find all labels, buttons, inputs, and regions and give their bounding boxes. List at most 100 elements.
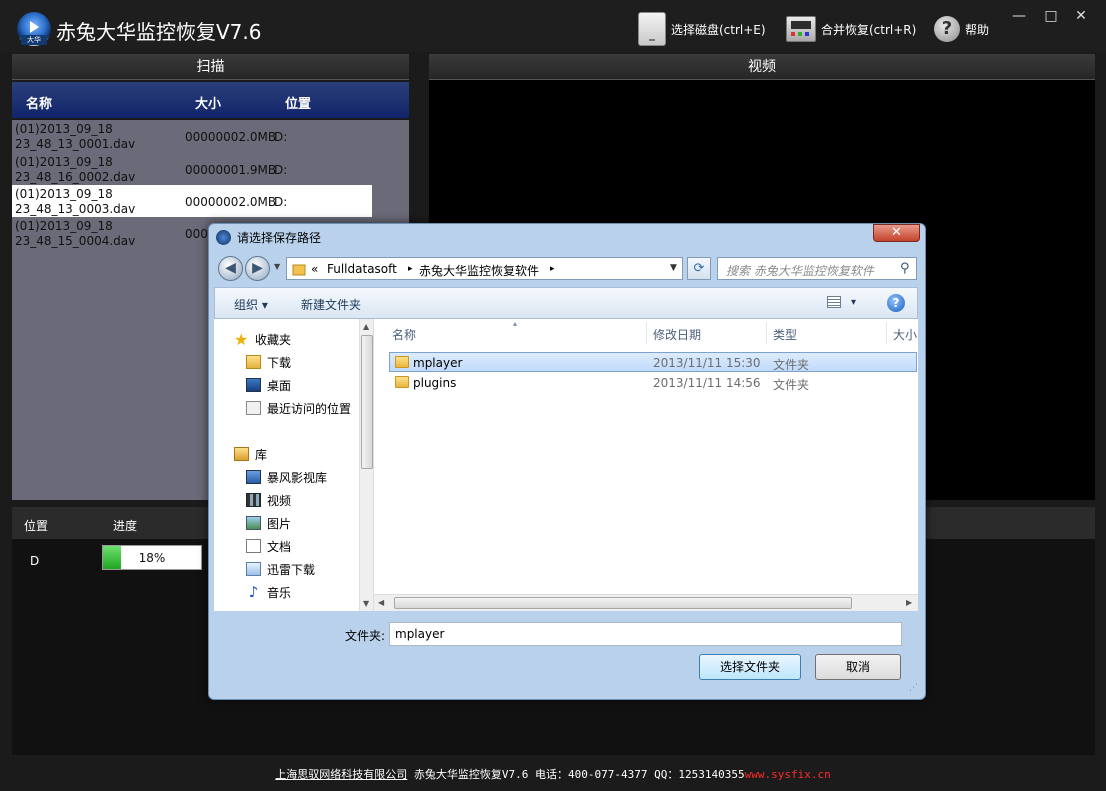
progress-bar: 18% [102, 545, 202, 570]
nav-favorites[interactable]: ★ 收藏夹 [234, 329, 291, 349]
nav-baofeng[interactable]: 暴风影视库 [246, 467, 327, 487]
nav-downloads[interactable]: 下载 [246, 352, 291, 372]
address-chevrons[interactable]: « [311, 262, 318, 276]
col-name[interactable]: 名称 [26, 93, 52, 112]
file-horizontal-scrollbar[interactable]: ◀ ▶ [374, 594, 918, 611]
sort-arrow-icon: ▴ [513, 319, 518, 328]
column-header-size[interactable]: 大小 [893, 326, 917, 343]
merge-recover-label: 合并恢复(ctrl+R) [821, 22, 917, 37]
nav-label: 音乐 [267, 585, 292, 600]
cancel-button[interactable]: 取消 [815, 654, 901, 680]
view-options-icon[interactable] [827, 296, 841, 308]
scroll-left-icon[interactable]: ◀ [378, 598, 384, 607]
organize-menu[interactable]: 组织 ▾ [234, 296, 268, 313]
nav-label: 最近访问的位置 [267, 401, 352, 416]
folder-field-label: 文件夹: [345, 629, 386, 643]
scroll-up-icon[interactable]: ▲ [363, 322, 369, 331]
file-row[interactable]: (01)2013_09_18 23_48_13_0001.dav 00000002… [12, 120, 372, 152]
help-icon: ? [934, 16, 960, 42]
address-segment-app[interactable]: 赤兔大华监控恢复软件 [419, 262, 539, 279]
search-icon[interactable]: ⚲ [900, 261, 910, 276]
close-button[interactable]: ✕ [1067, 6, 1095, 26]
scroll-down-icon[interactable]: ▼ [363, 599, 369, 608]
folder-icon [292, 264, 306, 276]
library-icon [234, 447, 249, 461]
nav-music[interactable]: ♪ 音乐 [246, 582, 291, 602]
new-folder-button[interactable]: 新建文件夹 [301, 296, 361, 313]
help-label: 帮助 [965, 22, 990, 37]
search-placeholder: 搜索 赤兔大华监控恢复软件 [726, 264, 874, 278]
col-position[interactable]: 位置 [285, 93, 311, 112]
nav-label: 收藏夹 [255, 332, 292, 347]
file-list-header: 名称 ▴ 修改日期 类型 大小 [374, 319, 918, 347]
dialog-title: 请选择保存路径 [237, 231, 322, 245]
view-dropdown-icon[interactable]: ▾ [851, 297, 856, 308]
col-progress: 进度 [113, 519, 138, 533]
folder-row[interactable]: plugins 2013/11/11 14:56 文件夹 [390, 373, 918, 393]
column-header-modified[interactable]: 修改日期 [653, 326, 701, 343]
folder-row-selected[interactable]: mplayer 2013/11/11 15:30 文件夹 [389, 352, 917, 372]
select-folder-button[interactable]: 选择文件夹 [699, 654, 801, 680]
scrollbar-thumb[interactable] [394, 597, 852, 609]
folder-name-input[interactable] [389, 622, 902, 646]
nav-recent-places[interactable]: 最近访问的位置 [246, 398, 351, 418]
address-separator-icon[interactable]: ▸ [408, 264, 413, 274]
nav-videos[interactable]: 视频 [246, 490, 291, 510]
recent-places-icon [246, 401, 261, 415]
video-panel-header: 视频 [429, 54, 1095, 80]
forward-button[interactable]: ▶ [245, 256, 270, 281]
maximize-button[interactable]: □ [1037, 6, 1065, 26]
file-size: 00000002.0MB [185, 130, 277, 144]
nav-desktop[interactable]: 桌面 [246, 375, 291, 395]
folder-type: 文件夹 [773, 378, 810, 392]
select-disk-button[interactable]: 选择磁盘(ctrl+E) [638, 11, 766, 47]
file-name: 23_48_13_0003.dav [15, 202, 136, 216]
nav-xunlei[interactable]: 迅雷下载 [246, 559, 315, 579]
nav-library[interactable]: 库 [234, 444, 267, 464]
desktop-icon [246, 378, 261, 392]
minimize-button[interactable]: — [1005, 6, 1033, 26]
col-size[interactable]: 大小 [195, 93, 221, 112]
app-logo-icon: 大华 [17, 12, 51, 46]
resize-grip-icon[interactable]: ⋰ [909, 683, 918, 693]
nav-documents[interactable]: 文档 [246, 536, 291, 556]
file-row-selected[interactable]: (01)2013_09_18 23_48_13_0003.dav 00000002… [12, 185, 372, 217]
address-dropdown-icon[interactable]: ▼ [670, 263, 677, 273]
nav-label: 暴风影视库 [267, 470, 328, 485]
nav-label: 库 [255, 447, 268, 462]
nav-label: 下载 [267, 355, 292, 370]
dialog-help-icon[interactable]: ? [887, 294, 905, 312]
column-header-type[interactable]: 类型 [773, 326, 797, 343]
website-link[interactable]: www.sysfix.cn [745, 768, 831, 781]
scrollbar-thumb[interactable] [361, 335, 373, 469]
refresh-button[interactable]: ⟳ [687, 257, 711, 280]
file-position: D: [274, 130, 288, 144]
app-title: 赤兔大华监控恢复V7.6 [56, 20, 262, 44]
file-size: 000 [185, 227, 208, 241]
search-input[interactable]: 搜索 赤兔大华监控恢复软件 ⚲ [717, 257, 917, 280]
recent-locations-dropdown[interactable]: ▼ [274, 262, 280, 271]
scroll-right-icon[interactable]: ▶ [906, 598, 912, 607]
merge-recover-button[interactable]: 合并恢复(ctrl+R) [786, 11, 916, 47]
dialog-toolbar: 组织 ▾ 新建文件夹 ▾ ? [214, 287, 918, 319]
nav-pictures[interactable]: 图片 [246, 513, 291, 533]
folder-name: plugins [413, 376, 457, 390]
progress-row-position: D [30, 554, 40, 568]
help-button[interactable]: ? 帮助 [934, 11, 989, 47]
nav-vertical-scrollbar[interactable]: ▲ ▼ [359, 319, 373, 611]
back-button[interactable]: ◀ [218, 256, 243, 281]
folder-modified: 2013/11/11 15:30 [653, 356, 761, 370]
dialog-close-button[interactable]: ✕ [873, 224, 920, 242]
address-bar[interactable]: « Fulldatasoft ▸ 赤兔大华监控恢复软件 ▸ ▼ [286, 257, 683, 280]
company-link[interactable]: 上海思驭网络科技有限公司 [275, 768, 407, 781]
nav-label: 视频 [267, 493, 292, 508]
file-name: 23_48_15_0004.dav [15, 234, 136, 248]
file-name: (01)2013_09_18 [15, 219, 113, 233]
address-separator-icon[interactable]: ▸ [550, 264, 555, 274]
column-header-name[interactable]: 名称 [392, 326, 416, 343]
scan-columns-header: 名称 大小 位置 [12, 82, 409, 118]
nav-label: 图片 [267, 516, 292, 531]
address-segment-fulldatasoft[interactable]: Fulldatasoft [327, 262, 397, 276]
file-row[interactable]: (01)2013_09_18 23_48_16_0002.dav 00000001… [12, 153, 372, 185]
folder-icon [395, 356, 409, 368]
